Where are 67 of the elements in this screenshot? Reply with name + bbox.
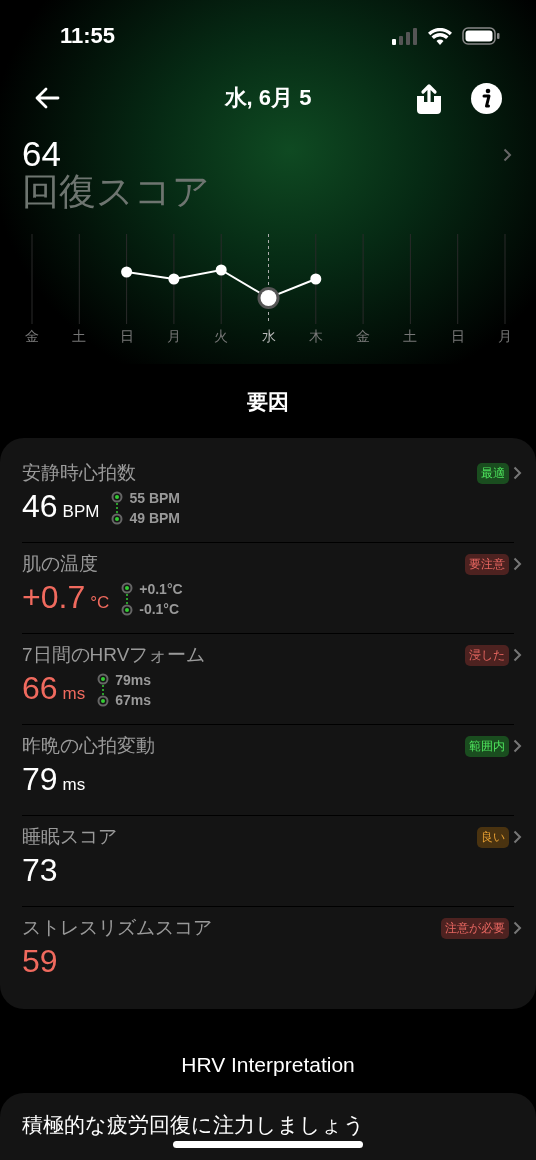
back-button[interactable] bbox=[34, 86, 60, 110]
chart-point bbox=[121, 266, 133, 278]
score-value: 64 bbox=[22, 136, 62, 172]
unit-label: BPM bbox=[62, 502, 100, 522]
status-tag: 要注意 bbox=[465, 553, 509, 575]
factor-name: 安静時心拍数 bbox=[22, 461, 136, 485]
battery-icon bbox=[462, 27, 500, 45]
range-value: -0.1°C bbox=[139, 600, 181, 619]
range-icon bbox=[121, 582, 134, 616]
factor-name: ストレスリズムスコア bbox=[22, 916, 212, 940]
day-label[interactable]: 木 bbox=[308, 328, 323, 346]
day-label[interactable]: 月 bbox=[498, 328, 512, 346]
factor-name: 7日間のHRVフォーム bbox=[22, 643, 206, 667]
status-time: 11:55 bbox=[60, 23, 116, 49]
status-tag: 良い bbox=[477, 826, 509, 848]
factor-value: 73 bbox=[22, 852, 58, 889]
day-label[interactable]: 金 bbox=[25, 328, 39, 346]
chart-point bbox=[257, 287, 280, 309]
day-label[interactable]: 土 bbox=[403, 328, 418, 346]
status-tag: 浸した bbox=[465, 644, 509, 666]
factor-name: 昨晩の心拍変動 bbox=[22, 734, 155, 758]
wifi-icon bbox=[428, 27, 452, 45]
interpretation-text: 積極的な疲労回復に注力しましょう bbox=[22, 1113, 365, 1136]
chevron-icon[interactable] bbox=[513, 830, 522, 844]
share-button[interactable] bbox=[415, 82, 443, 114]
factor-value: 46 bbox=[22, 488, 58, 525]
factor-name: 肌の温度 bbox=[22, 552, 98, 576]
day-label[interactable]: 金 bbox=[356, 328, 371, 346]
day-label[interactable]: 日 bbox=[119, 328, 134, 346]
range-value: 79ms bbox=[115, 671, 152, 690]
status-tag: 範囲内 bbox=[465, 735, 509, 757]
section-title: HRV Interpretation bbox=[180, 1053, 356, 1077]
date-title: 水, 6月 5 bbox=[223, 84, 313, 112]
status-tag: 注意が必要 bbox=[441, 917, 509, 939]
status-tag: 最適 bbox=[477, 462, 509, 484]
range-value: 49 BPM bbox=[129, 509, 180, 528]
chevron-icon[interactable] bbox=[513, 739, 522, 753]
day-label[interactable]: 水 bbox=[261, 328, 276, 346]
unit-label: °C bbox=[90, 593, 110, 613]
chevron-icon[interactable] bbox=[513, 921, 522, 935]
day-label[interactable]: 日 bbox=[450, 328, 465, 346]
day-label[interactable]: 火 bbox=[214, 328, 229, 346]
chart-point bbox=[310, 273, 322, 285]
chart-point bbox=[168, 273, 180, 285]
range-value: 55 BPM bbox=[129, 489, 180, 508]
section-title: 要因 bbox=[246, 389, 290, 415]
chevron-icon[interactable] bbox=[513, 466, 522, 480]
range-value: 67ms bbox=[115, 691, 152, 710]
chevron-icon bbox=[503, 148, 512, 162]
day-label[interactable]: 土 bbox=[72, 328, 87, 346]
day-label[interactable]: 月 bbox=[166, 328, 181, 346]
range-icon bbox=[97, 673, 110, 707]
factor-value: +0.7 bbox=[22, 579, 86, 616]
chevron-icon[interactable] bbox=[513, 648, 522, 662]
signal-icon bbox=[392, 27, 418, 45]
unit-label: ms bbox=[62, 684, 86, 704]
info-button[interactable] bbox=[471, 82, 502, 114]
factor-name: 睡眠スコア bbox=[22, 825, 117, 849]
range-value: +0.1°C bbox=[139, 580, 183, 599]
chevron-icon[interactable] bbox=[513, 557, 522, 571]
unit-label: ms bbox=[62, 775, 86, 795]
factor-value: 66 bbox=[22, 670, 58, 707]
factor-value: 79 bbox=[22, 761, 58, 798]
factor-value: 59 bbox=[22, 943, 58, 980]
score-label: 回復スコア bbox=[22, 172, 210, 212]
range-icon bbox=[111, 491, 124, 525]
chart-point bbox=[215, 264, 227, 276]
